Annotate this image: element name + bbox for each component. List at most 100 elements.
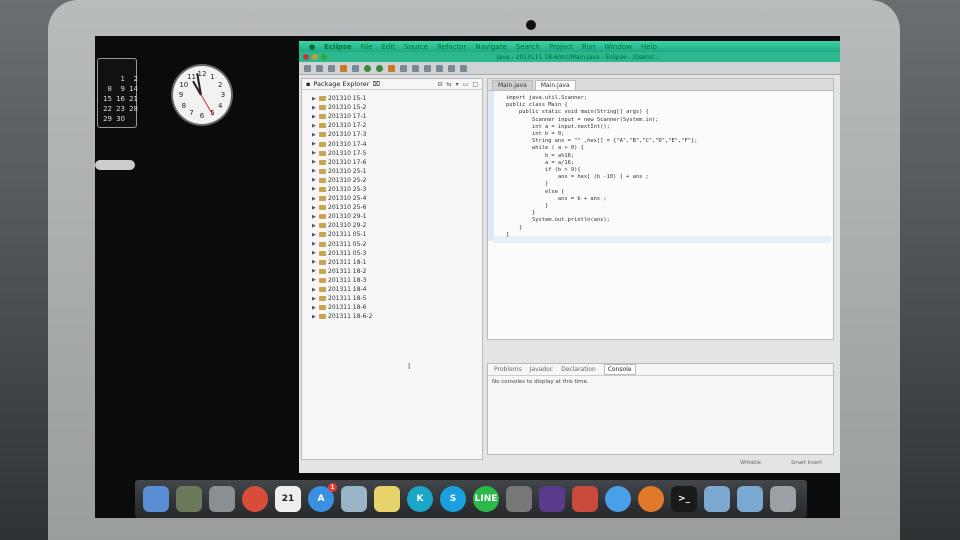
calendar-icon[interactable]: 21	[275, 486, 301, 512]
forward-icon[interactable]	[460, 64, 467, 72]
project-item[interactable]: ▶ 201310 25-3	[312, 185, 482, 194]
menu-app-name[interactable]: Eclipse	[324, 43, 352, 51]
expand-arrow-icon[interactable]: ▶	[312, 223, 317, 229]
project-item[interactable]: ▶ 201311 18-6-2	[312, 312, 482, 321]
expand-arrow-icon[interactable]: ▶	[312, 105, 317, 111]
menu-run[interactable]: Run	[582, 43, 595, 51]
close-view-icon[interactable]: ⌧	[372, 80, 380, 88]
menu-project[interactable]: Project	[549, 43, 573, 51]
expand-arrow-icon[interactable]: ▶	[312, 159, 317, 165]
expand-arrow-icon[interactable]: ▶	[312, 296, 317, 302]
line-icon[interactable]: LINE	[473, 486, 499, 512]
menu-window[interactable]: Window	[604, 43, 632, 51]
menu-file[interactable]: File	[361, 43, 373, 51]
next-annotation-icon[interactable]	[436, 64, 443, 72]
expand-arrow-icon[interactable]: ▶	[312, 96, 317, 102]
tab-console[interactable]: Console	[603, 364, 636, 375]
close-button[interactable]	[303, 54, 309, 60]
expand-arrow-icon[interactable]: ▶	[312, 250, 317, 256]
messages-icon[interactable]	[605, 486, 631, 512]
expand-arrow-icon[interactable]: ▶	[312, 277, 317, 283]
expand-arrow-icon[interactable]: ▶	[312, 141, 317, 147]
run-icon[interactable]	[376, 64, 383, 72]
expand-arrow-icon[interactable]: ▶	[312, 205, 317, 211]
minimize-view-icon[interactable]: ▭	[463, 81, 469, 88]
photo-icon[interactable]	[176, 486, 202, 512]
collapse-all-icon[interactable]: ⊟	[438, 81, 443, 88]
project-item[interactable]: ▶ 201311 18-6	[312, 303, 482, 312]
expand-arrow-icon[interactable]: ▶	[312, 232, 317, 238]
tab-declaration[interactable]: Declaration	[561, 366, 596, 373]
project-item[interactable]: ▶ 201310 15-2	[312, 103, 482, 112]
expand-arrow-icon[interactable]: ▶	[312, 287, 317, 293]
terminal-tool-icon[interactable]	[352, 64, 359, 72]
finder-icon[interactable]	[143, 486, 169, 512]
clock-widget[interactable]: 12 1 2 3 4 5 6 7 8 9 10 11	[173, 66, 231, 124]
project-item[interactable]: ▶ 201311 05-2	[312, 240, 482, 249]
project-item[interactable]: ▶ 201310 25-2	[312, 176, 482, 185]
project-item[interactable]: ▶ 201311 05-3	[312, 249, 482, 258]
minimize-button[interactable]	[312, 54, 318, 60]
expand-arrow-icon[interactable]: ▶	[312, 259, 317, 265]
expand-arrow-icon[interactable]: ▶	[312, 177, 317, 183]
new-class-icon[interactable]	[400, 64, 407, 72]
expand-arrow-icon[interactable]: ▶	[312, 214, 317, 220]
project-item[interactable]: ▶ 201310 17-6	[312, 158, 482, 167]
project-item[interactable]: ▶ 201310 17-1	[312, 112, 482, 121]
folder-icon[interactable]	[704, 486, 730, 512]
project-item[interactable]: ▶ 201311 05-1	[312, 230, 482, 239]
dashboard-control[interactable]	[95, 160, 135, 170]
new-icon[interactable]	[304, 64, 311, 72]
project-item[interactable]: ▶ 201310 15-1	[312, 94, 482, 103]
project-item[interactable]: ▶ 201310 29-2	[312, 221, 482, 230]
rocket-icon[interactable]	[209, 486, 235, 512]
zoom-button[interactable]	[321, 54, 327, 60]
project-item[interactable]: ▶ 201310 25-1	[312, 167, 482, 176]
kakao-icon[interactable]: K	[407, 486, 433, 512]
expand-arrow-icon[interactable]: ▶	[312, 196, 317, 202]
apple-icon[interactable]: ●	[309, 43, 315, 51]
notes-icon[interactable]	[374, 486, 400, 512]
menu-navigate[interactable]: Navigate	[475, 43, 506, 51]
editor-tab-main-2[interactable]: Main.java	[534, 80, 576, 90]
save-icon[interactable]	[316, 64, 323, 72]
project-item[interactable]: ▶ 201310 25-4	[312, 194, 482, 203]
project-item[interactable]: ▶ 201310 17-3	[312, 130, 482, 139]
trash-icon[interactable]	[770, 486, 796, 512]
project-item[interactable]: ▶ 201311 18-5	[312, 294, 482, 303]
project-item[interactable]: ▶ 201310 17-5	[312, 149, 482, 158]
menu-help[interactable]: Help	[641, 43, 657, 51]
tab-problems[interactable]: Problems	[494, 366, 522, 373]
project-item[interactable]: ▶ 201310 17-2	[312, 121, 482, 130]
print-icon[interactable]	[328, 64, 335, 72]
search-tool-icon[interactable]	[424, 64, 431, 72]
crossover-icon[interactable]	[572, 486, 598, 512]
preview-icon[interactable]	[341, 486, 367, 512]
expand-arrow-icon[interactable]: ▶	[312, 314, 317, 320]
app-store-icon[interactable]: A1	[308, 483, 337, 512]
expand-arrow-icon[interactable]: ▶	[312, 132, 317, 138]
maximize-view-icon[interactable]: □	[472, 81, 478, 88]
view-menu-icon[interactable]: ▾	[456, 81, 459, 88]
expand-arrow-icon[interactable]: ▶	[312, 123, 317, 129]
code-area[interactable]: import java.util.Scanner; public class Ma…	[488, 91, 833, 339]
project-item[interactable]: ▶ 201311 18-4	[312, 285, 482, 294]
build-icon[interactable]	[340, 64, 347, 72]
expand-arrow-icon[interactable]: ▶	[312, 114, 317, 120]
chrome-icon[interactable]	[242, 486, 268, 512]
menu-edit[interactable]: Edit	[381, 43, 395, 51]
expand-arrow-icon[interactable]: ▶	[312, 268, 317, 274]
tab-javadoc[interactable]: Javadoc	[530, 366, 553, 373]
terminal-icon[interactable]: >_	[671, 486, 697, 512]
project-item[interactable]: ▶ 201311 18-1	[312, 258, 482, 267]
menu-source[interactable]: Source	[404, 43, 428, 51]
expand-arrow-icon[interactable]: ▶	[312, 241, 317, 247]
expand-arrow-icon[interactable]: ▶	[312, 186, 317, 192]
folder-icon-2[interactable]	[737, 486, 763, 512]
editor-tab-main-1[interactable]: Main.java	[492, 80, 533, 90]
ball-icon[interactable]	[638, 486, 664, 512]
debug-icon[interactable]	[364, 64, 371, 72]
link-editor-icon[interactable]: ⇆	[447, 81, 452, 88]
expand-arrow-icon[interactable]: ▶	[312, 150, 317, 156]
calendar-widget[interactable]: 1 2 8 9 14 15 16 21 22 23 28 29 30	[97, 58, 138, 128]
